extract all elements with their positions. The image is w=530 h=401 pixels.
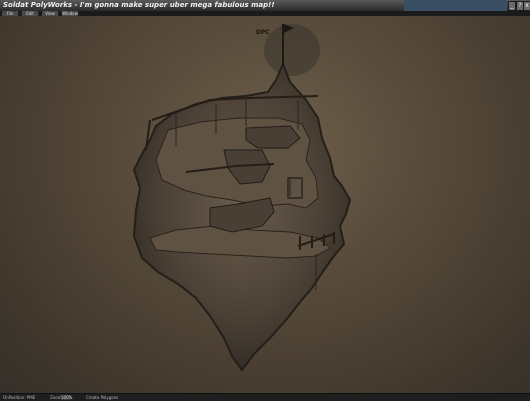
map-canvas[interactable]: DPC (0, 16, 530, 393)
platform-top (245, 125, 301, 149)
smoke-plume (264, 24, 320, 76)
window-title: Soldat PolyWorks - I'm gonna make super … (3, 1, 275, 9)
title-bar-active-region (404, 0, 507, 11)
status-zoom-value: 100% (61, 395, 73, 400)
map-drawing: DPC (132, 24, 352, 372)
minimize-button[interactable]: _ (508, 1, 516, 11)
close-button[interactable]: x (523, 1, 530, 11)
flag-label: DPC (256, 29, 270, 36)
